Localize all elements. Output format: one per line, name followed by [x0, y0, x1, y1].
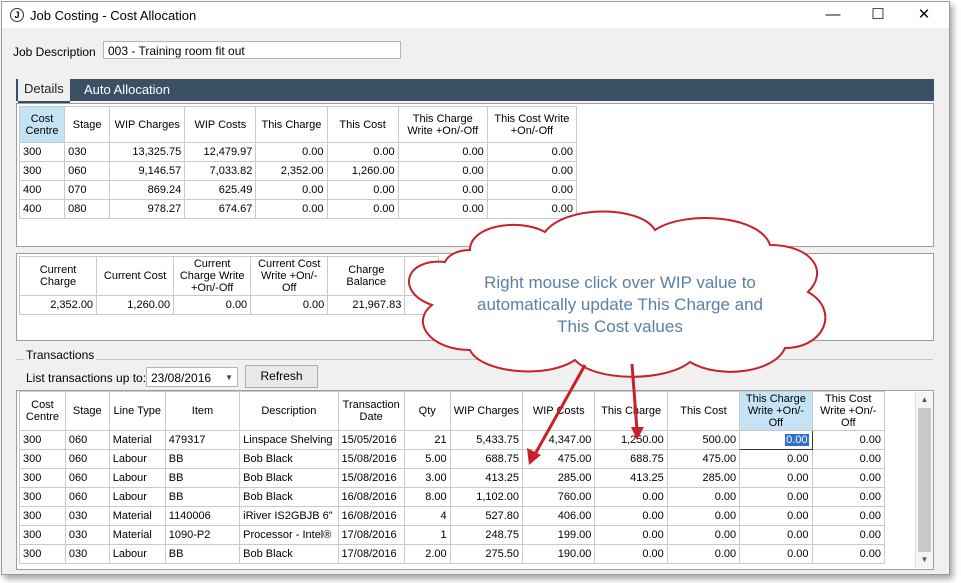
arrow-head-icon [527, 448, 541, 465]
callout-text: Right mouse click over WIP value to auto… [440, 272, 800, 338]
callout-line: Right mouse click over WIP value to [484, 273, 756, 292]
callout-line: automatically update This Charge and [476, 295, 764, 314]
callout-arrow-wip-charges [532, 364, 587, 457]
arrow-head-icon [631, 427, 644, 440]
callout-line: This Cost values [557, 317, 683, 336]
